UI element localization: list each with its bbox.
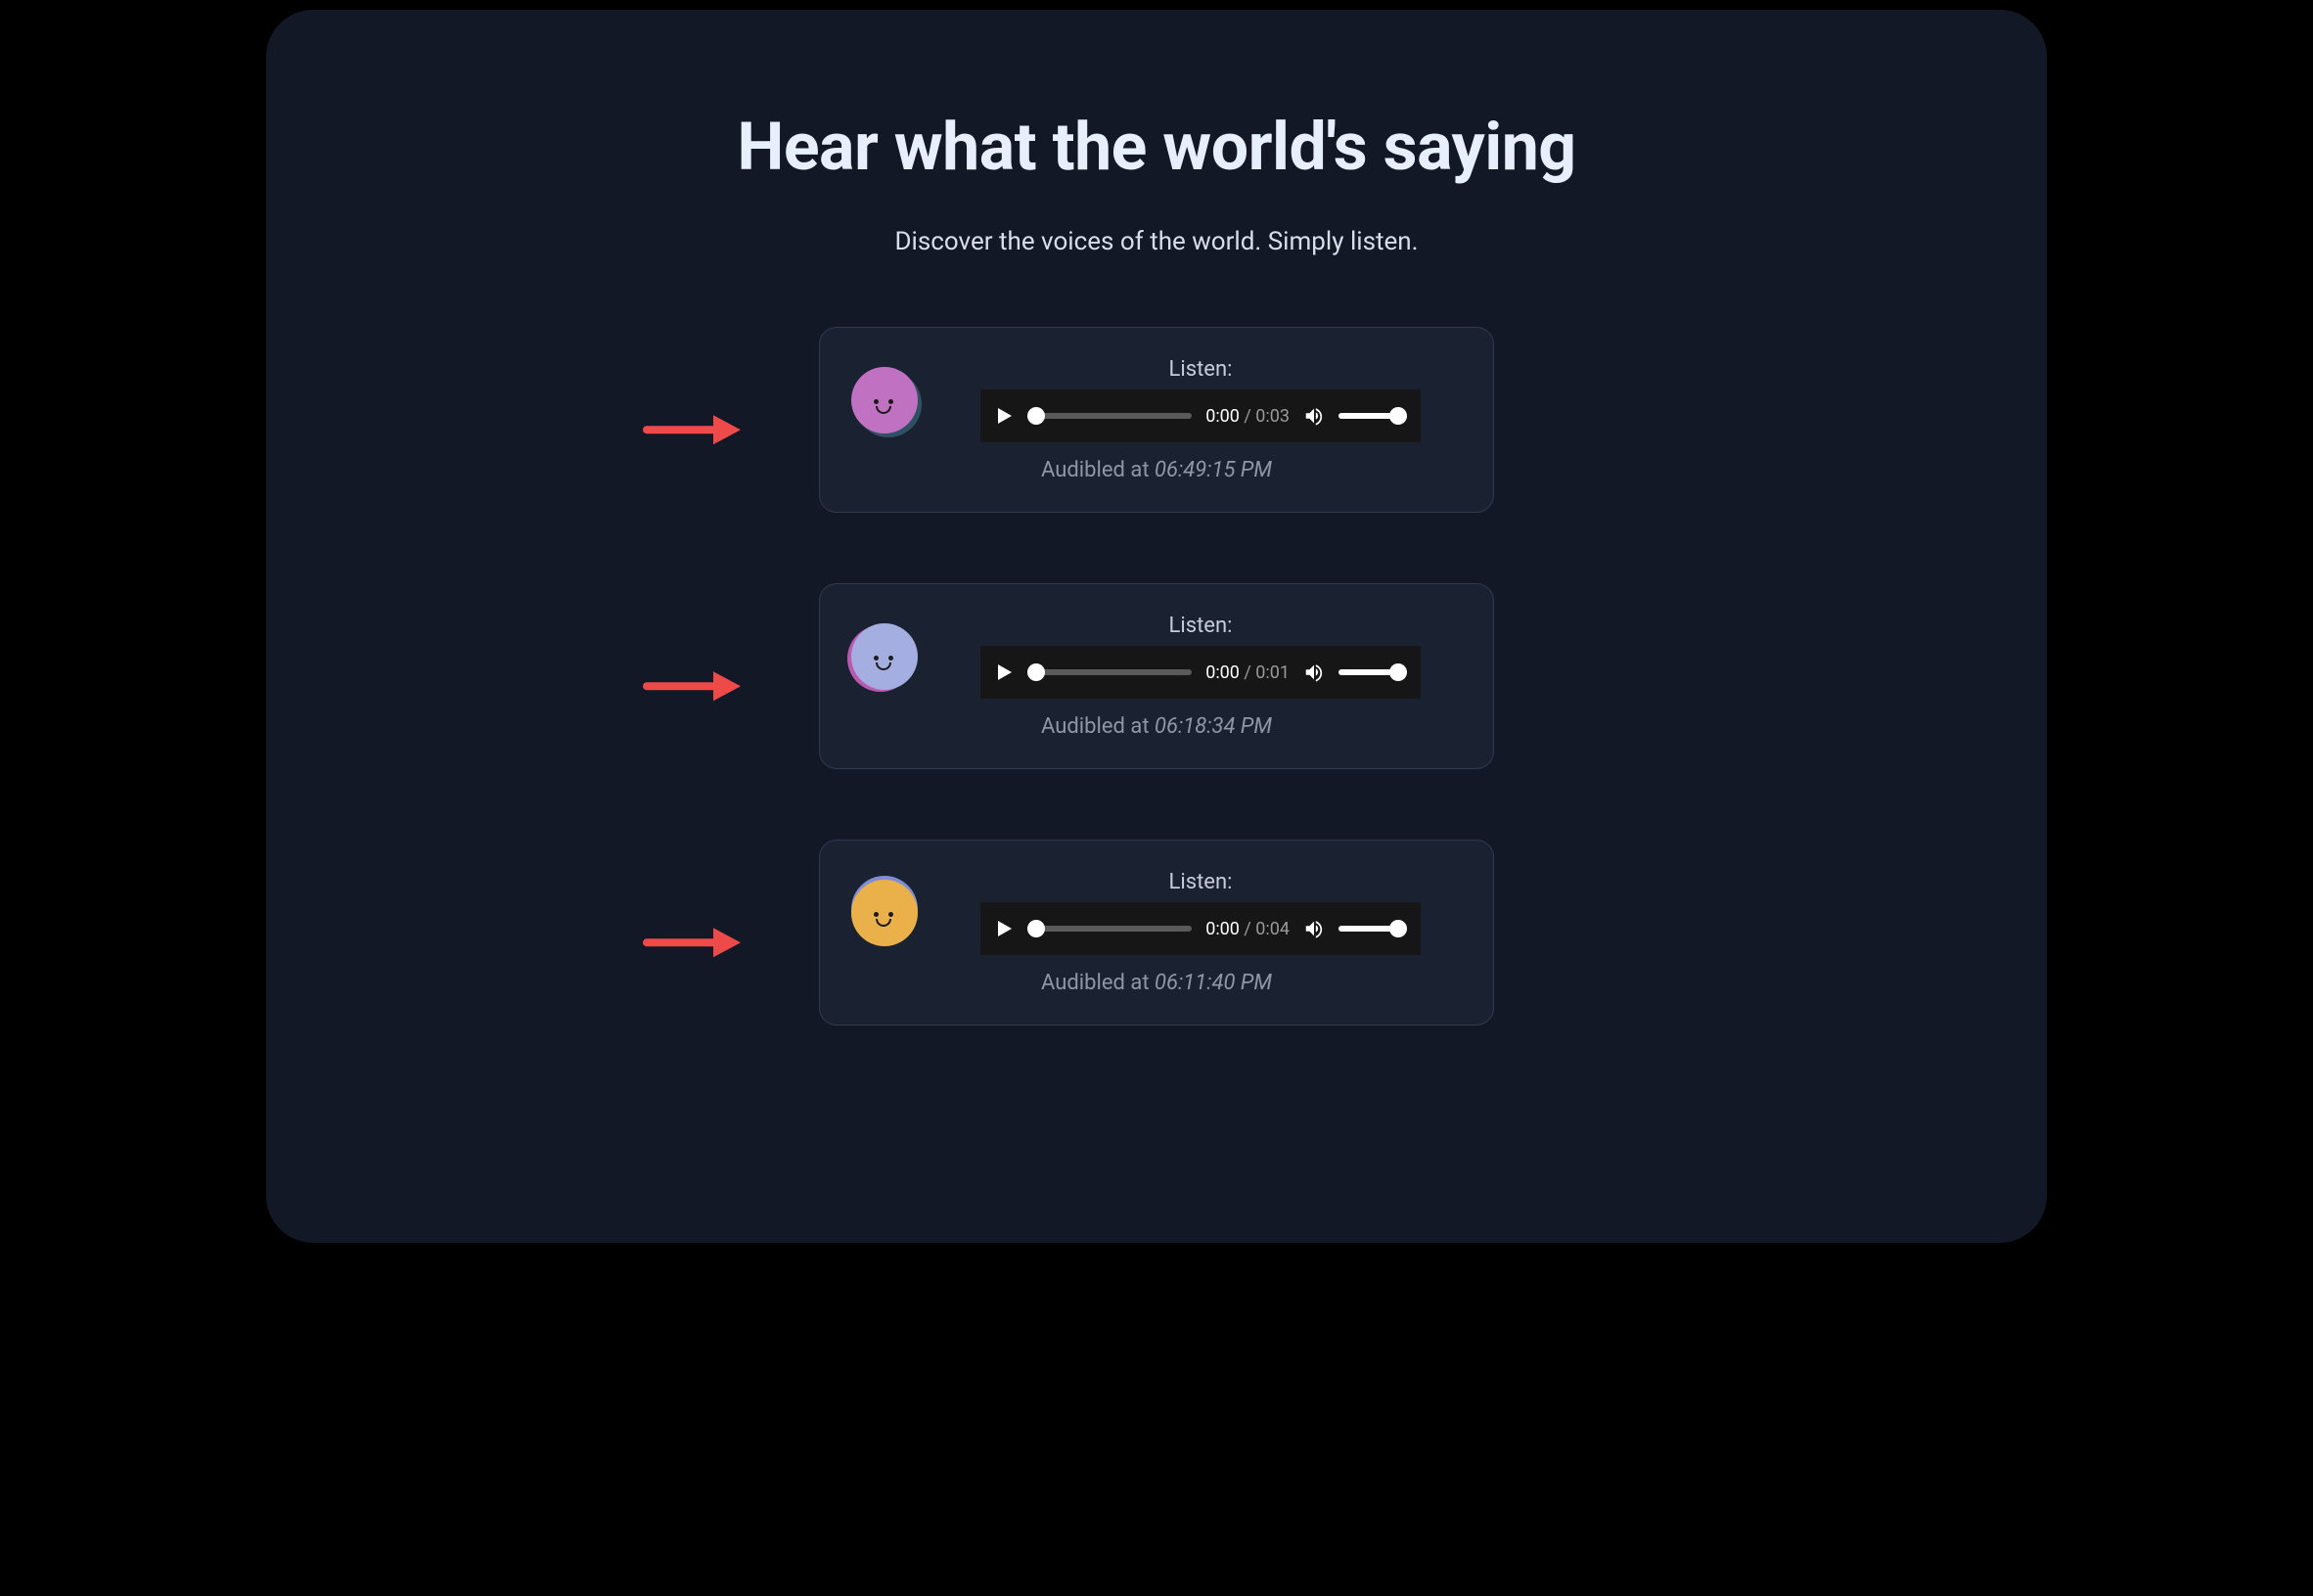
audibled-prefix: Audibled at: [1041, 971, 1155, 995]
listen-label: Listen:: [1169, 357, 1233, 382]
time-display: 0:00 / 0:01: [1205, 662, 1290, 683]
volume-thumb[interactable]: [1389, 407, 1407, 425]
audio-card: Listen: 0:00 / 0:01: [819, 583, 1494, 769]
annotation-arrow-icon: [643, 669, 741, 703]
elapsed-time: 0:00: [1205, 406, 1240, 427]
play-button[interactable]: [994, 919, 1014, 938]
elapsed-time: 0:00: [1205, 919, 1240, 939]
audio-card: Listen: 0:00 / 0:03: [819, 327, 1494, 513]
seek-slider[interactable]: [1027, 926, 1192, 932]
listen-row: Listen: 0:00 / 0:01: [851, 614, 1462, 699]
duration-time: 0:04: [1255, 919, 1290, 939]
annotation-arrow-icon: [643, 413, 741, 446]
volume-thumb[interactable]: [1389, 920, 1407, 937]
audibled-prefix: Audibled at: [1041, 458, 1155, 482]
play-button[interactable]: [994, 406, 1014, 426]
time-display: 0:00 / 0:04: [1205, 919, 1290, 939]
page-subtitle: Discover the voices of the world. Simply…: [305, 227, 2008, 256]
avatar: [851, 623, 918, 690]
seek-thumb[interactable]: [1027, 407, 1045, 425]
audibled-text: Audibled at 06:49:15 PM: [1041, 458, 1272, 482]
volume-button[interactable]: [1303, 661, 1325, 683]
audio-card: Listen: 0:00 / 0:04: [819, 840, 1494, 1026]
page-title: Hear what the world's saying: [305, 108, 2008, 186]
listen-column: Listen: 0:00 / 0:01: [939, 614, 1462, 699]
card-row: Listen: 0:00 / 0:01: [305, 583, 2008, 769]
listen-column: Listen: 0:00 / 0:03: [939, 357, 1462, 442]
elapsed-time: 0:00: [1205, 662, 1240, 683]
time-separator: /: [1240, 919, 1255, 939]
avatar: [851, 880, 918, 946]
volume-button[interactable]: [1303, 918, 1325, 939]
seek-thumb[interactable]: [1027, 920, 1045, 937]
volume-slider[interactable]: [1338, 413, 1407, 419]
audibled-prefix: Audibled at: [1041, 714, 1155, 739]
duration-time: 0:01: [1255, 662, 1290, 683]
listen-row: Listen: 0:00 / 0:03: [851, 357, 1462, 442]
listen-label: Listen:: [1169, 870, 1233, 894]
audibled-timestamp: 06:18:34 PM: [1155, 714, 1272, 739]
audio-player[interactable]: 0:00 / 0:03: [980, 389, 1421, 442]
seek-thumb[interactable]: [1027, 663, 1045, 681]
time-display: 0:00 / 0:03: [1205, 406, 1290, 427]
audibled-timestamp: 06:49:15 PM: [1155, 458, 1272, 482]
listen-column: Listen: 0:00 / 0:04: [939, 870, 1462, 955]
annotation-arrow-icon: [643, 926, 741, 959]
seek-slider[interactable]: [1027, 413, 1192, 419]
volume-slider[interactable]: [1338, 926, 1407, 932]
listen-label: Listen:: [1169, 614, 1233, 638]
audibled-text: Audibled at 06:18:34 PM: [1041, 714, 1272, 739]
time-separator: /: [1240, 406, 1255, 427]
audibled-timestamp: 06:11:40 PM: [1155, 971, 1272, 995]
card-row: Listen: 0:00 / 0:03: [305, 327, 2008, 513]
volume-button[interactable]: [1303, 405, 1325, 427]
card-row: Listen: 0:00 / 0:04: [305, 840, 2008, 1026]
listen-row: Listen: 0:00 / 0:04: [851, 870, 1462, 955]
volume-slider[interactable]: [1338, 669, 1407, 675]
avatar: [851, 367, 918, 433]
volume-thumb[interactable]: [1389, 663, 1407, 681]
play-button[interactable]: [994, 662, 1014, 682]
audio-card-list: Listen: 0:00 / 0:03: [305, 327, 2008, 1026]
audibled-text: Audibled at 06:11:40 PM: [1041, 971, 1272, 995]
audio-player[interactable]: 0:00 / 0:04: [980, 902, 1421, 955]
app-window: Hear what the world's saying Discover th…: [266, 10, 2047, 1243]
time-separator: /: [1240, 662, 1255, 683]
audio-player[interactable]: 0:00 / 0:01: [980, 646, 1421, 699]
seek-slider[interactable]: [1027, 669, 1192, 675]
duration-time: 0:03: [1255, 406, 1290, 427]
